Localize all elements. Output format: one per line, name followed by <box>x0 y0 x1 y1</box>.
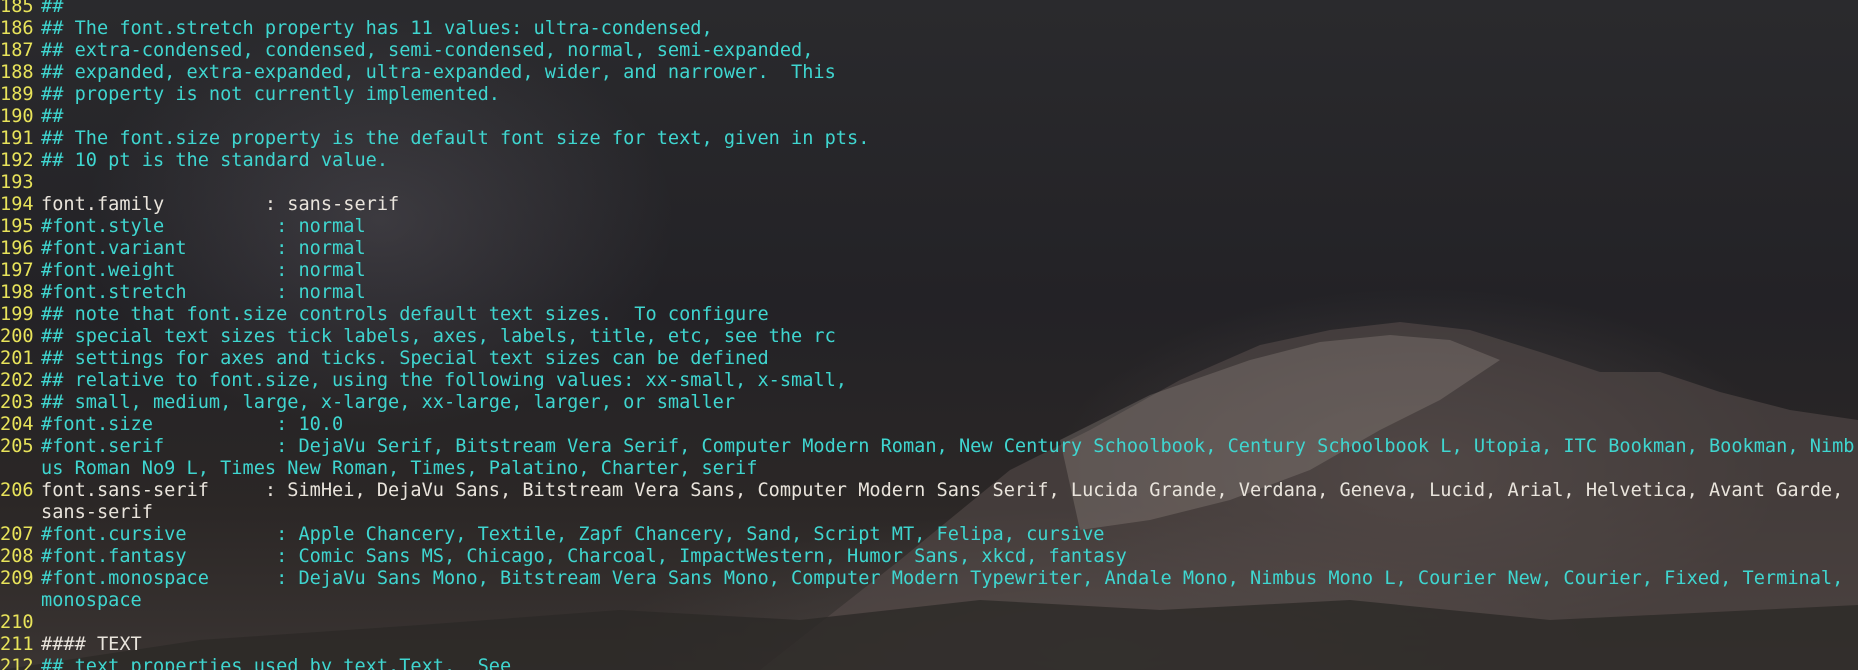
comment-text[interactable]: #font.fantasy : Comic Sans MS, Chicago, … <box>41 546 1858 568</box>
line-number: 212 <box>0 656 34 670</box>
config-text[interactable] <box>41 172 1858 194</box>
comment-text[interactable]: #font.monospace : DejaVu Sans Mono, Bits… <box>41 568 1858 612</box>
line-number: 207 <box>0 524 34 545</box>
comment-text[interactable]: #font.size : 10.0 <box>41 414 1858 436</box>
comment-text[interactable]: ## <box>41 106 1858 128</box>
comment-text[interactable]: ## extra-condensed, condensed, semi-cond… <box>41 40 1858 62</box>
config-text[interactable]: #### TEXT <box>41 634 1858 656</box>
comment-text[interactable]: ## The font.stretch property has 11 valu… <box>41 18 1858 40</box>
line-number: 186 <box>0 18 34 39</box>
comment-text[interactable]: ## 10 pt is the standard value. <box>41 150 1858 172</box>
comment-text[interactable]: #font.variant : normal <box>41 238 1858 260</box>
line-number: 200 <box>0 326 34 347</box>
comment-text[interactable]: ## relative to font.size, using the foll… <box>41 370 1858 392</box>
editor-line[interactable]: 192 ## 10 pt is the standard value. <box>0 150 1858 172</box>
comment-text[interactable]: ## settings for axes and ticks. Special … <box>41 348 1858 370</box>
comment-text[interactable]: ## text properties used by text.Text. Se… <box>41 656 1858 670</box>
editor-line[interactable]: 210 <box>0 612 1858 634</box>
comment-text[interactable]: ## note that font.size controls default … <box>41 304 1858 326</box>
line-number: 196 <box>0 238 34 259</box>
editor-line[interactable]: 205 #font.serif : DejaVu Serif, Bitstream… <box>0 436 1858 480</box>
line-number: 192 <box>0 150 34 171</box>
comment-text[interactable]: #font.weight : normal <box>41 260 1858 282</box>
config-text[interactable]: font.sans-serif : SimHei, DejaVu Sans, B… <box>41 480 1858 524</box>
editor-line[interactable]: 202 ## relative to font.size, using the f… <box>0 370 1858 392</box>
comment-text[interactable]: ## The font.size property is the default… <box>41 128 1858 150</box>
comment-text[interactable]: #font.stretch : normal <box>41 282 1858 304</box>
editor-line[interactable]: 209 #font.monospace : DejaVu Sans Mono, B… <box>0 568 1858 612</box>
editor-line[interactable]: 208 #font.fantasy : Comic Sans MS, Chicag… <box>0 546 1858 568</box>
line-number: 195 <box>0 216 34 237</box>
editor-line[interactable]: 185 ## <box>0 0 1858 18</box>
editor-line[interactable]: 191 ## The font.size property is the defa… <box>0 128 1858 150</box>
editor-line[interactable]: 212 ## text properties used by text.Text.… <box>0 656 1858 670</box>
line-number: 194 <box>0 194 34 215</box>
editor-line[interactable]: 198 #font.stretch : normal <box>0 282 1858 304</box>
comment-text[interactable]: ## property is not currently implemented… <box>41 84 1858 106</box>
editor-line[interactable]: 194 font.family : sans-serif <box>0 194 1858 216</box>
line-number: 193 <box>0 172 34 193</box>
comment-text[interactable]: ## special text sizes tick labels, axes,… <box>41 326 1858 348</box>
line-number: 206 <box>0 480 34 501</box>
editor-line[interactable]: 197 #font.weight : normal <box>0 260 1858 282</box>
line-number: 187 <box>0 40 34 61</box>
comment-text[interactable]: ## <box>41 0 1858 18</box>
comment-text[interactable]: ## expanded, extra-expanded, ultra-expan… <box>41 62 1858 84</box>
config-text[interactable] <box>41 612 1858 634</box>
editor-line[interactable]: 193 <box>0 172 1858 194</box>
line-number: 188 <box>0 62 34 83</box>
editor-line[interactable]: 195 #font.style : normal <box>0 216 1858 238</box>
editor-line[interactable]: 199 ## note that font.size controls defau… <box>0 304 1858 326</box>
line-number: 210 <box>0 612 34 633</box>
line-number: 205 <box>0 436 34 457</box>
comment-text[interactable]: ## small, medium, large, x-large, xx-lar… <box>41 392 1858 414</box>
line-number: 199 <box>0 304 34 325</box>
vim-editor[interactable]: 185 ## 186 ## The font.stretch property has… <box>0 0 1858 670</box>
line-number: 198 <box>0 282 34 303</box>
line-number: 203 <box>0 392 34 413</box>
comment-text[interactable]: #font.style : normal <box>41 216 1858 238</box>
line-number: 197 <box>0 260 34 281</box>
editor-line[interactable]: 190 ## <box>0 106 1858 128</box>
editor-line[interactable]: 196 #font.variant : normal <box>0 238 1858 260</box>
editor-line[interactable]: 187 ## extra-condensed, condensed, semi-c… <box>0 40 1858 62</box>
editor-line[interactable]: 186 ## The font.stretch property has 11 v… <box>0 18 1858 40</box>
editor-line[interactable]: 207 #font.cursive : Apple Chancery, Texti… <box>0 524 1858 546</box>
comment-text[interactable]: #font.serif : DejaVu Serif, Bitstream Ve… <box>41 436 1858 480</box>
line-number: 185 <box>0 0 34 17</box>
editor-line[interactable]: 188 ## expanded, extra-expanded, ultra-ex… <box>0 62 1858 84</box>
line-number: 204 <box>0 414 34 435</box>
editor-line[interactable]: 211 #### TEXT <box>0 634 1858 656</box>
line-number: 189 <box>0 84 34 105</box>
terminal-window: 185 ## 186 ## The font.stretch property has… <box>0 0 1858 670</box>
line-number: 209 <box>0 568 34 589</box>
line-number: 202 <box>0 370 34 391</box>
line-number: 211 <box>0 634 34 655</box>
line-number: 190 <box>0 106 34 127</box>
editor-line[interactable]: 201 ## settings for axes and ticks. Speci… <box>0 348 1858 370</box>
line-number: 208 <box>0 546 34 567</box>
editor-line[interactable]: 189 ## property is not currently implemen… <box>0 84 1858 106</box>
line-number: 201 <box>0 348 34 369</box>
editor-line[interactable]: 204 #font.size : 10.0 <box>0 414 1858 436</box>
editor-line[interactable]: 206 font.sans-serif : SimHei, DejaVu Sans… <box>0 480 1858 524</box>
comment-text[interactable]: #font.cursive : Apple Chancery, Textile,… <box>41 524 1858 546</box>
line-number: 191 <box>0 128 34 149</box>
config-text[interactable]: font.family : sans-serif <box>41 194 1858 216</box>
editor-line[interactable]: 200 ## special text sizes tick labels, ax… <box>0 326 1858 348</box>
editor-line[interactable]: 203 ## small, medium, large, x-large, xx-… <box>0 392 1858 414</box>
